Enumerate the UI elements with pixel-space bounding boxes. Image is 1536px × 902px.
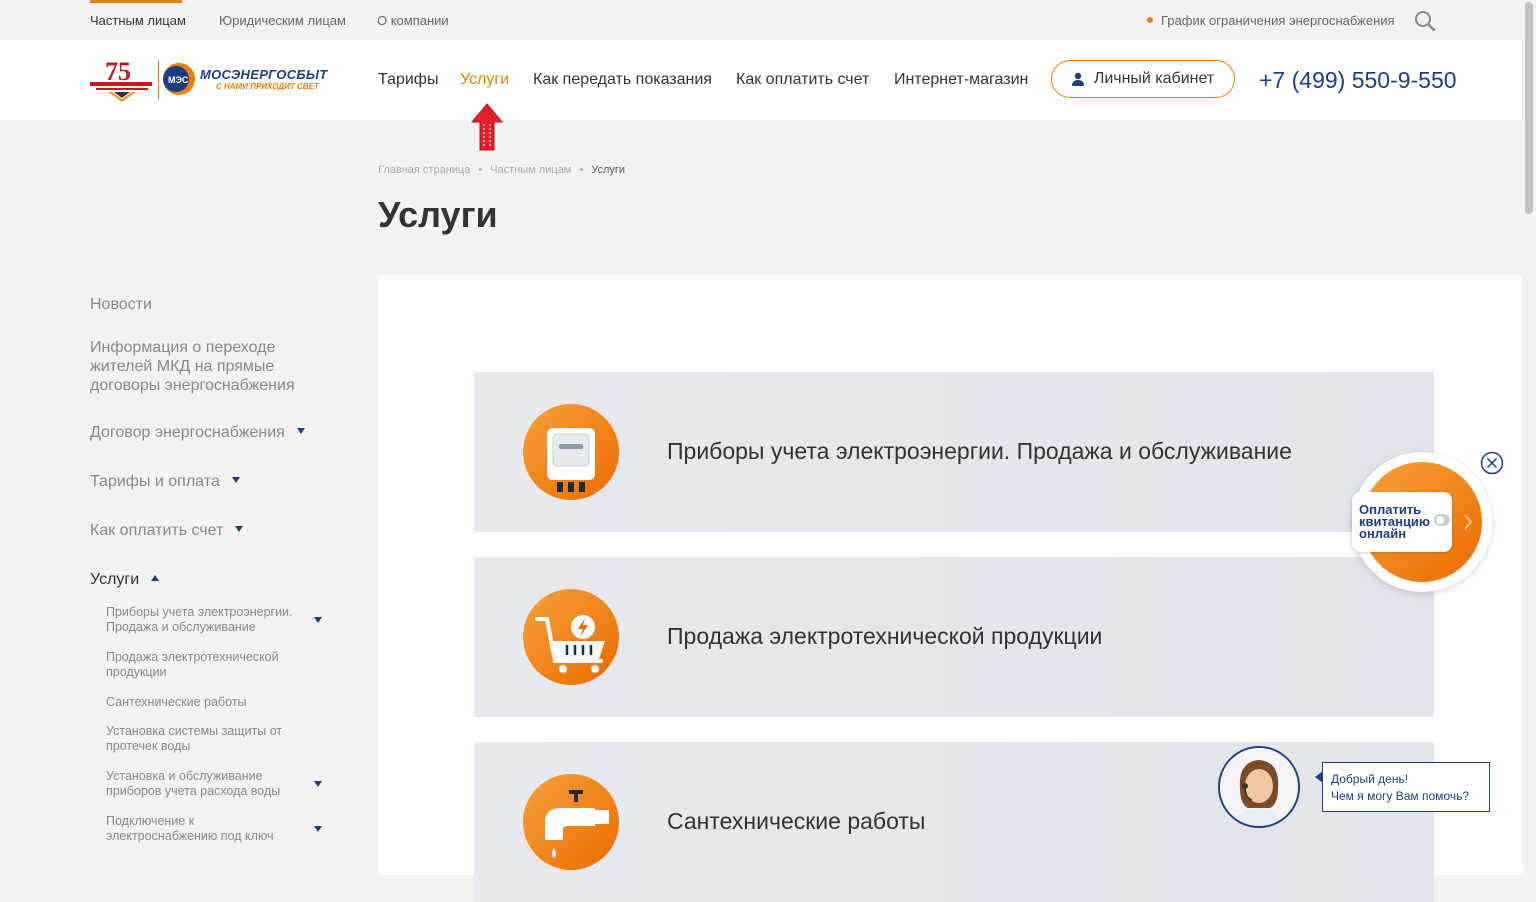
chevron-down-icon[interactable] — [231, 477, 240, 483]
sidebar-item-how-to-pay[interactable]: Как оплатить счет — [90, 521, 244, 540]
shopping-cart-icon — [523, 589, 619, 685]
segment-private[interactable]: Частным лицам — [90, 13, 186, 28]
logo-separator — [158, 60, 159, 100]
nav-how-to-pay[interactable]: Как оплатить счет — [736, 71, 869, 89]
chat-greeting-line1: Добрый день! — [1331, 772, 1409, 786]
chevron-down-icon[interactable] — [314, 826, 322, 832]
service-card-electrical-products[interactable]: Продажа электротехнической продукции — [474, 557, 1434, 717]
sidebar-item-news[interactable]: Новости — [90, 295, 152, 314]
card-toggle-icon — [1434, 514, 1450, 526]
bullet-dot — [1147, 17, 1153, 23]
service-card-title: Приборы учета электроэнергии. Продажа и … — [667, 438, 1292, 464]
pay-widget-label: Оплатить квитанцию онлайн — [1359, 502, 1431, 541]
pay-receipt-online-widget[interactable]: Оплатить квитанцию онлайн — [1352, 452, 1492, 592]
brand-name: МОСЭНЕРГОСБЫТ — [200, 67, 328, 82]
chat-greeting-line2: Чем я могу Вам помочь? — [1331, 789, 1469, 803]
sidebar-subitem-water-meters[interactable]: Установка и обслуживание приборов учета … — [106, 769, 301, 799]
search-icon[interactable] — [1414, 10, 1436, 32]
chevron-up-icon[interactable] — [151, 575, 160, 581]
anniversary-number: 75 — [105, 57, 131, 86]
breadcrumb-private[interactable]: Частным лицам — [490, 164, 571, 176]
active-segment-indicator — [90, 0, 182, 3]
sidebar-subitem-electrical-products[interactable]: Продажа электротехнической продукции — [106, 650, 301, 680]
segment-legal[interactable]: Юридическим лицам — [219, 13, 346, 28]
operator-avatar-image — [1220, 748, 1298, 826]
sidebar-item-tariffs-payment[interactable]: Тарифы и оплата — [90, 472, 240, 491]
service-card-meters[interactable]: Приборы учета электроэнергии. Продажа и … — [474, 372, 1434, 532]
sidebar-subitem-plumbing[interactable]: Сантехнические работы — [106, 695, 301, 710]
breadcrumb-separator: • — [478, 164, 483, 176]
chat-operator-avatar[interactable] — [1218, 746, 1300, 828]
chevron-down-icon[interactable] — [314, 781, 322, 787]
main-header: 75 МЭС МОСЭНЕРГОСБЫТ С НАМИ ПРИХОДИТ СВЕ… — [0, 40, 1522, 120]
segment-about[interactable]: О компании — [377, 13, 449, 28]
nav-submit-readings[interactable]: Как передать показания — [533, 71, 712, 89]
meter-icon — [523, 404, 619, 500]
outage-schedule-label: График ограничения энергоснабжения — [1161, 13, 1395, 28]
scrollbar-thumb[interactable] — [1525, 2, 1533, 214]
anniversary-75-logo[interactable]: 75 — [88, 56, 156, 104]
sidebar-item-label: Информация о переходе жителей МКД на пря… — [90, 339, 295, 394]
chevron-down-icon[interactable] — [235, 526, 244, 532]
brand-slogan: С НАМИ ПРИХОДИТ СВЕТ — [216, 82, 319, 91]
service-card-title: Сантехнические работы — [667, 808, 926, 834]
mes-badge-text: МЭС — [168, 75, 189, 85]
sidebar-item-label: Новости — [90, 296, 152, 313]
breadcrumb: Главная страница • Частным лицам • Услуги — [378, 164, 625, 176]
nav-tariffs[interactable]: Тарифы — [378, 71, 438, 89]
user-icon — [1071, 72, 1084, 86]
page-title: Услуги — [378, 194, 498, 235]
breadcrumb-separator: • — [579, 164, 584, 176]
sidebar-item-label: Договор энергоснабжения — [90, 424, 285, 441]
sidebar-item-contract[interactable]: Договор энергоснабжения — [90, 423, 305, 442]
sidebar-subitem-turnkey-connection[interactable]: Подключение к электроснабжению под ключ — [106, 814, 301, 844]
nav-services[interactable]: Услуги — [460, 71, 509, 89]
chevron-down-icon[interactable] — [314, 617, 322, 623]
mes-logo-icon[interactable]: МЭС — [162, 62, 196, 96]
outage-schedule-link[interactable]: График ограничения энергоснабжения — [1147, 13, 1395, 28]
sidebar-item-label: Как оплатить счет — [90, 522, 224, 539]
chat-greeting-bubble[interactable]: Добрый день! Чем я могу Вам помочь? — [1315, 762, 1490, 812]
sidebar-item-mkd-info[interactable]: Информация о переходе жителей МКД на пря… — [90, 338, 305, 395]
sidebar-item-services[interactable]: Услуги — [90, 570, 160, 589]
sidebar-item-label: Услуги — [90, 571, 140, 588]
sidebar-item-label: Тарифы и оплата — [90, 473, 220, 490]
sidebar-subitem-leak-protection[interactable]: Установка системы защиты от протечек вод… — [106, 724, 301, 754]
faucet-icon — [523, 774, 619, 870]
red-arrow-annotation-icon — [470, 103, 504, 151]
personal-account-button[interactable]: Личный кабинет — [1051, 60, 1235, 98]
phone-number[interactable]: +7 (499) 550-9-550 — [1259, 67, 1457, 94]
service-card-title: Продажа электротехнической продукции — [667, 623, 1103, 649]
personal-account-label: Личный кабинет — [1093, 70, 1215, 87]
breadcrumb-home[interactable]: Главная страница — [378, 164, 470, 176]
close-icon[interactable] — [1480, 451, 1504, 475]
breadcrumb-current: Услуги — [591, 164, 626, 176]
sidebar-subitem-meters[interactable]: Приборы учета электроэнергии. Продажа и … — [106, 605, 301, 635]
chevron-down-icon[interactable] — [296, 428, 305, 434]
top-bar: Частным лицам Юридическим лицам О компан… — [0, 0, 1522, 40]
chevron-right-icon — [1464, 514, 1472, 530]
nav-online-store[interactable]: Интернет-магазин — [894, 71, 1028, 89]
